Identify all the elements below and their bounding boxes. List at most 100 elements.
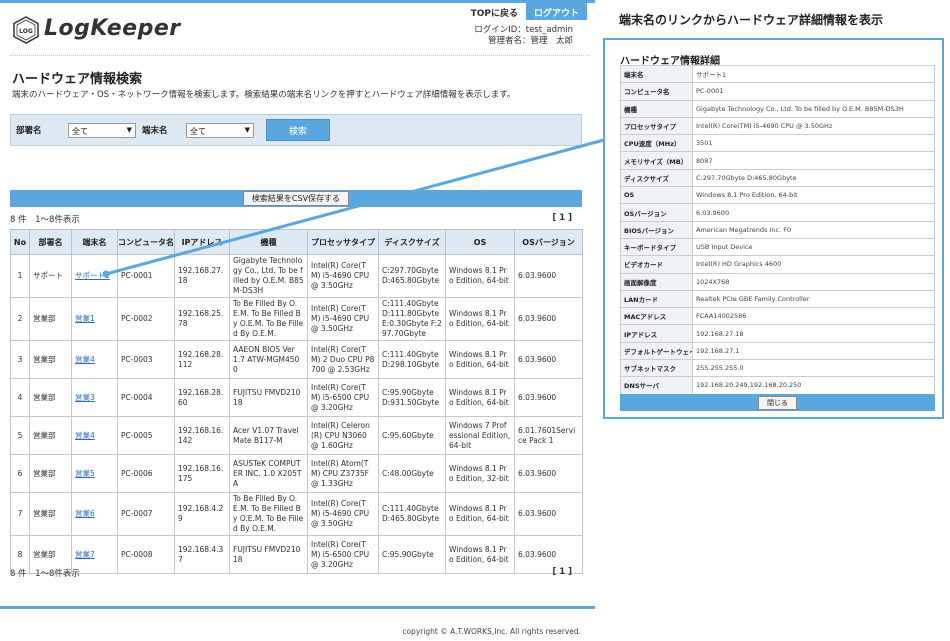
table-cell: Windows 8.1 Pro Edition, 32-bit xyxy=(445,454,515,493)
terminal-link[interactable]: 営業4 xyxy=(75,431,95,440)
result-count-bottom: 8 件 1～8件表示 [ 1 ] xyxy=(10,567,582,579)
detail-row: ディスクサイズ C:297.70Gbyte D:465.80Gbyte xyxy=(620,168,935,188)
detail-row: IPアドレス 192.168.27.18 xyxy=(620,324,935,343)
table-cell: 192.168.16.142 xyxy=(174,416,230,455)
callout-title: 端末名のリンクからハードウェア詳細情報を表示 xyxy=(619,13,884,27)
terminal-link[interactable]: 営業4 xyxy=(75,355,95,364)
table-cell: PC-0005 xyxy=(117,416,175,455)
detail-row: BIOSバージョン American Megatrends Inc. F0 xyxy=(620,220,935,239)
detail-key: ビデオカード xyxy=(620,255,693,274)
terminal-cell: 営業5 xyxy=(71,454,118,493)
logout-button[interactable]: ログアウト xyxy=(525,3,587,20)
terminal-link[interactable]: サポート1 xyxy=(75,271,110,280)
detail-row: コンピュータ名 PC-0001 xyxy=(620,82,935,101)
table-cell: 6.03.9600 xyxy=(514,297,583,341)
detail-value: 3501 xyxy=(692,134,935,153)
detail-key: サブネットマスク xyxy=(620,359,693,378)
table-cell: Intel(R) Core(TM) i5-6500 CPU @ 3.20GHz xyxy=(307,378,379,417)
detail-value: Realtek PCIe GBE Family Controller xyxy=(692,289,935,309)
column-header: 端末名 xyxy=(71,229,118,255)
chevron-down-icon: ▼ xyxy=(126,125,132,134)
detail-row: CPU速度（MHz） 3501 xyxy=(620,134,935,153)
pager[interactable]: [ 1 ] xyxy=(552,213,582,225)
results-table: No 部署名 端末名 コンピュータ名 IPアドレス 機種 プロセッサタイプ ディスクサイズ OS… xyxy=(10,229,583,574)
admin-name: 管理者名：管理 太郎 xyxy=(487,36,573,46)
table-cell: Gigabyte Technology Co., Ltd. To be fill… xyxy=(229,254,308,298)
dept-select[interactable]: 全て ▼ xyxy=(68,122,136,138)
footer-bar xyxy=(0,606,595,609)
detail-value: FCAA14002586 xyxy=(692,307,935,326)
column-header: OSバージョン xyxy=(514,229,583,255)
terminal-link[interactable]: 営業7 xyxy=(75,550,95,559)
table-cell: 7 xyxy=(10,492,30,536)
table-cell: 192.168.4.29 xyxy=(174,492,230,536)
dept-label: 部署名 xyxy=(16,126,42,136)
svg-text:LOG: LOG xyxy=(19,28,33,35)
search-button[interactable]: 検索 xyxy=(266,119,330,141)
terminal-link[interactable]: 営業3 xyxy=(75,393,95,402)
terminal-link[interactable]: 営業5 xyxy=(75,469,95,478)
detail-row: OSバージョン 6.03.9600 xyxy=(620,203,935,222)
table-cell: To Be Filled By O.E.M. To Be Filled By O… xyxy=(229,297,308,341)
table-row: 6 営業部 営業5 PC-0006 192.168.16.175 ASUSTeK COMP… xyxy=(10,454,583,493)
column-header: OS xyxy=(445,229,515,255)
table-cell: ASUSTeK COMPUTER INC. 1.0 X205TA xyxy=(229,454,308,493)
detail-row: キーボードタイプ USB Input Device xyxy=(620,237,935,257)
terminal-link[interactable]: 営業6 xyxy=(75,509,95,518)
detail-value: 1024X768 xyxy=(692,272,935,291)
column-header: ディスクサイズ xyxy=(378,229,446,255)
terminal-cell: 営業3 xyxy=(71,378,118,417)
pager[interactable]: [ 1 ] xyxy=(552,567,582,579)
table-cell: 192.168.16.175 xyxy=(174,454,230,493)
top-link[interactable]: TOPに戻る xyxy=(463,3,526,20)
column-header: プロセッサタイプ xyxy=(307,229,379,255)
detail-value: American Megatrends Inc. F0 xyxy=(692,220,935,239)
chevron-down-icon: ▼ xyxy=(244,125,250,134)
table-cell: 3 xyxy=(10,340,30,379)
terminal-cell: 営業6 xyxy=(71,492,118,536)
detail-key: MACアドレス xyxy=(620,307,693,326)
terminal-link[interactable]: 営業1 xyxy=(75,314,95,323)
detail-value: 255.255.255.0 xyxy=(692,359,935,378)
table-header-row: No 部署名 端末名 コンピュータ名 IPアドレス 機種 プロセッサタイプ ディスクサイズ OS… xyxy=(10,229,583,255)
table-cell: 営業部 xyxy=(29,492,72,536)
detail-key: 画面解像度 xyxy=(620,272,693,291)
terminal-select[interactable]: 全て ▼ xyxy=(186,122,254,138)
table-cell: AAEON BIOS Ver 1.7 ATW-MGM4500 xyxy=(229,340,308,379)
table-cell: Intel(R) Core(TM) 2 Duo CPU P8700 @ 2.53… xyxy=(307,340,379,379)
table-cell: Windows 8.1 Pro Edition, 64-bit xyxy=(445,254,515,298)
table-cell: 192.168.28.60 xyxy=(174,378,230,417)
detail-key: OS xyxy=(620,186,693,205)
brand-name: LogKeeper xyxy=(44,16,181,41)
table-cell: PC-0006 xyxy=(117,454,175,493)
table-cell: 192.168.25.78 xyxy=(174,297,230,341)
column-header: 部署名 xyxy=(29,229,72,255)
result-count: 8 件 1～8件表示 xyxy=(10,569,80,579)
table-row: 5 営業部 営業4 PC-0005 192.168.16.142 Acer V1.07 T… xyxy=(10,416,583,455)
detail-key: BIOSバージョン xyxy=(620,220,693,239)
table-cell: To Be Filled By O.E.M. To Be Filled By O… xyxy=(229,492,308,536)
close-button[interactable]: 閉じる xyxy=(758,395,797,410)
table-cell: 営業部 xyxy=(29,416,72,455)
detail-key: デフォルトゲートウェイ xyxy=(620,341,693,361)
detail-row: プロセッサタイプ Intel(R) Core(TM) i5-4690 CPU @ … xyxy=(620,116,935,136)
detail-value: 8087 xyxy=(692,151,935,170)
table-cell: C:111.40Gbyte D:465.80Gbyte xyxy=(378,492,446,536)
detail-row: 端末名 サポート1 xyxy=(620,64,935,84)
csv-save-button[interactable]: 検索結果をCSV保存する xyxy=(242,191,350,206)
table-cell: 6.03.9600 xyxy=(514,378,583,417)
detail-row: 画面解像度 1024X768 xyxy=(620,272,935,291)
table-cell: 192.168.28.112 xyxy=(174,340,230,379)
table-cell: サポート xyxy=(29,254,72,298)
login-id: ログインID：test_admin xyxy=(474,25,573,35)
terminal-label: 端末名 xyxy=(142,126,168,136)
detail-row: LANカード Realtek PCIe GBE Family Controller xyxy=(620,289,935,309)
terminal-cell: サポート1 xyxy=(71,254,118,298)
table-cell: Intel(R) Celeron(R) CPU N3060 @ 1.60GHz xyxy=(307,416,379,455)
table-cell: PC-0001 xyxy=(117,254,175,298)
table-cell: Windows 8.1 Pro Edition, 64-bit xyxy=(445,378,515,417)
table-row: 1 サポート サポート1 PC-0001 192.168.27.18 Gigabyte T… xyxy=(10,254,583,298)
table-cell: FUJITSU FMVD21018 xyxy=(229,378,308,417)
column-header: IPアドレス xyxy=(174,229,230,255)
column-header: No xyxy=(10,229,30,255)
